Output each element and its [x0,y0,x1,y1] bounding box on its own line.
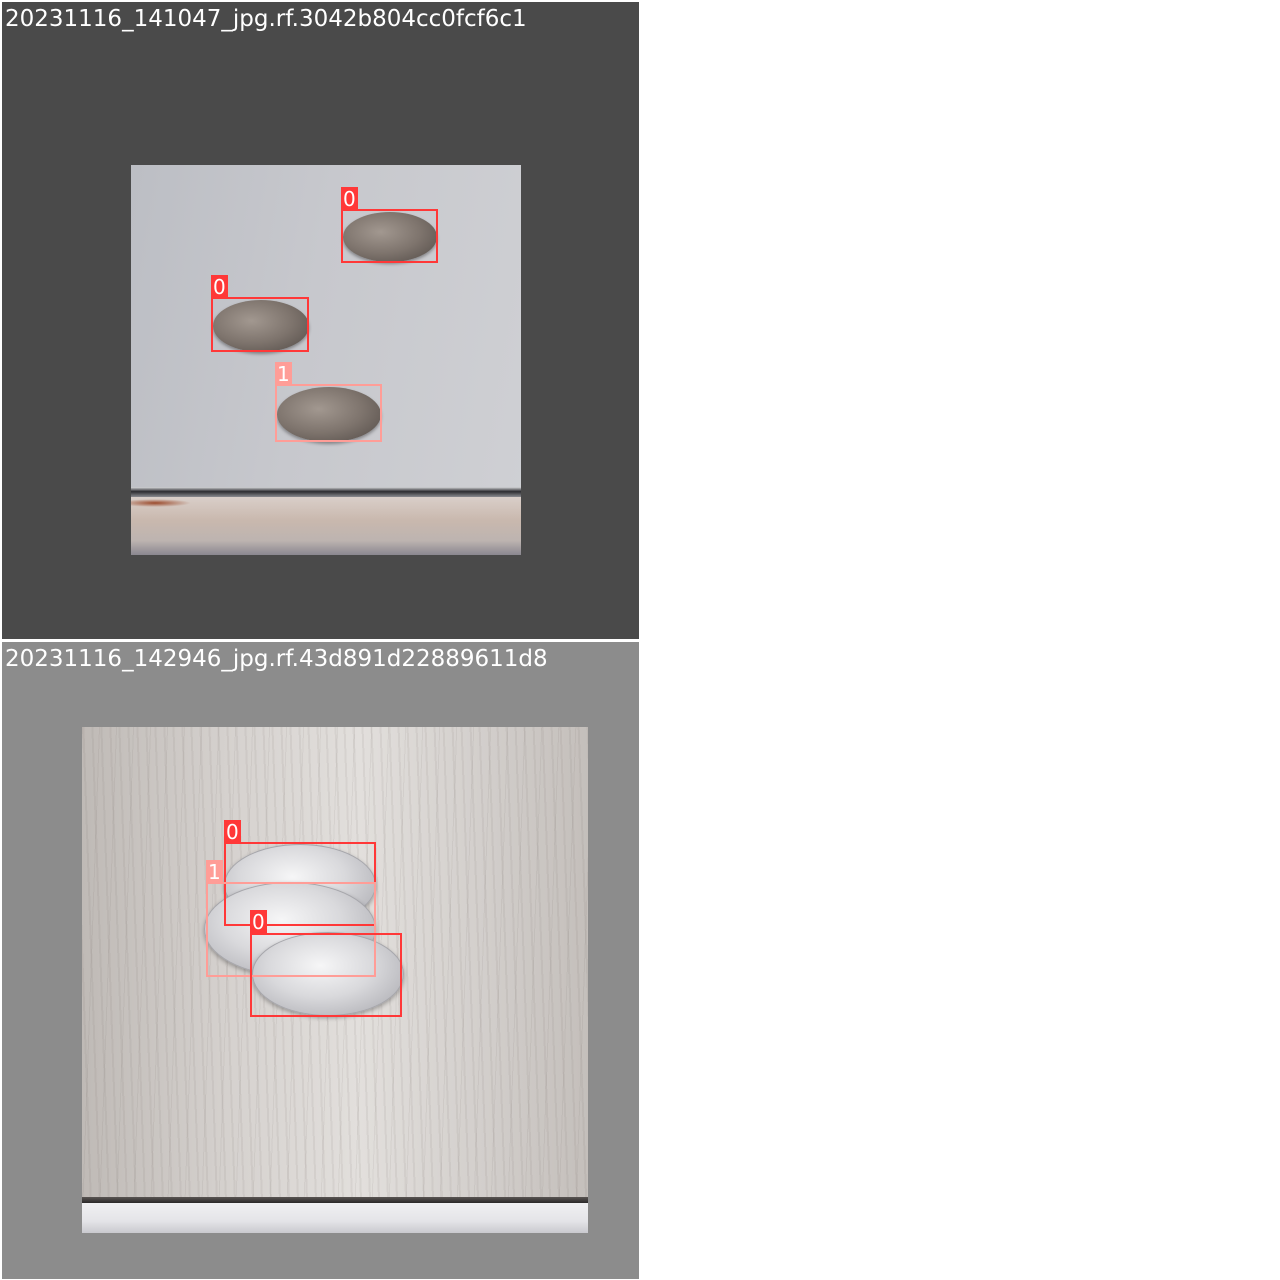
photo-coins-on-wall [131,165,521,555]
mosaic-tile-1: 20231116_141047_jpg.rf.3042b804cc0fcf6c1… [2,2,639,639]
detection-box-class-0 [250,933,402,1017]
detection-label: 0 [250,910,267,934]
detection-label: 1 [275,362,292,386]
detection-label: 0 [211,275,228,299]
shelf-edge [131,487,521,497]
detection-label: 0 [341,187,358,211]
detection-box-class-0 [211,297,309,352]
detection-box-class-0 [341,209,438,263]
shelf-stain [131,499,191,507]
mosaic-tile-2: 20231116_142946_jpg.rf.43d891d22889611d8… [2,642,639,1279]
image-filename: 20231116_141047_jpg.rf.3042b804cc0fcf6c1 [5,6,527,32]
detection-label: 0 [224,820,241,844]
detection-box-class-1 [275,384,382,442]
shelf-front [82,1203,588,1233]
image-filename: 20231116_142946_jpg.rf.43d891d22889611d8 [5,646,548,672]
detection-label: 1 [206,860,223,884]
